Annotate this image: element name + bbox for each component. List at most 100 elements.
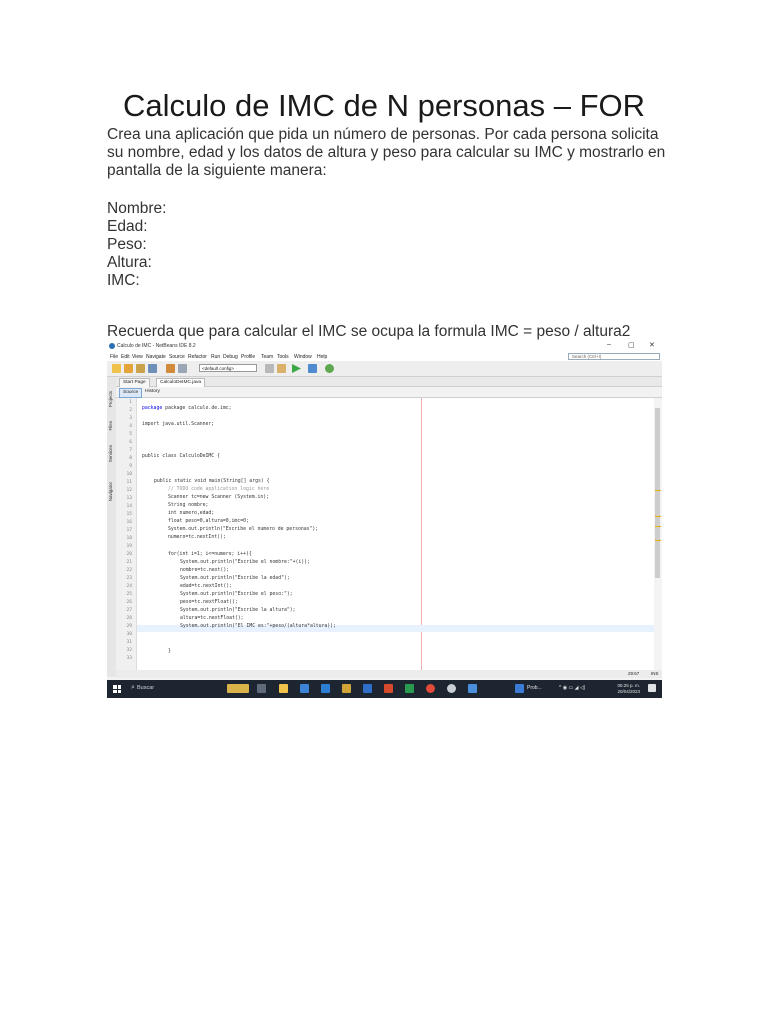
menu-refactor[interactable]: Refactor bbox=[188, 354, 207, 360]
new-file-icon[interactable] bbox=[112, 364, 121, 373]
task-view-icon[interactable] bbox=[257, 684, 266, 693]
tab-history[interactable]: History bbox=[142, 388, 163, 396]
notifications-icon[interactable] bbox=[648, 684, 656, 692]
redo-icon[interactable] bbox=[178, 364, 187, 373]
field-imc: IMC: bbox=[107, 272, 140, 289]
code-line: package package calculo.de.imc; bbox=[142, 406, 232, 411]
code-line: System.out.println("El IMC es:"+peso/(al… bbox=[180, 624, 336, 629]
code-text: public class CalculoDeIMC { bbox=[142, 454, 220, 459]
excel-icon[interactable] bbox=[405, 684, 414, 693]
code-text: System.out.println("Escribe la edad"); bbox=[180, 576, 290, 581]
menu-debug[interactable]: Debug bbox=[223, 354, 238, 360]
menu-navigate[interactable]: Navigate bbox=[146, 354, 166, 360]
code-text: String nombre; bbox=[168, 503, 209, 508]
code-line: for(int i=1; i<=numero; i++){ bbox=[168, 552, 252, 557]
side-tab-navigator[interactable]: Navigator bbox=[108, 482, 113, 501]
code-editor[interactable]: 1 2 3 4 5 6 7 8 9 10 11 12 13 14 15 16 17 18 19 20 21 22 23 24 2… bbox=[116, 398, 654, 670]
minimize-button[interactable]: – bbox=[607, 341, 611, 348]
calendar-icon[interactable] bbox=[300, 684, 309, 693]
code-line: numero=tc.nextInt(); bbox=[168, 535, 226, 540]
code-line: altura=tc.nextFloat(); bbox=[180, 616, 244, 621]
menu-profile[interactable]: Profile bbox=[241, 354, 255, 360]
output-fields: Nombre: Edad: Peso: Altura: IMC: bbox=[107, 200, 166, 290]
run-icon[interactable] bbox=[292, 364, 301, 373]
taskbar-search[interactable]: Buscar bbox=[137, 685, 154, 691]
code-line: System.out.println("Escribe el nombre:"+… bbox=[180, 560, 310, 565]
ide-screenshot: Calculo de IMC - NetBeans IDE 8.2 – ▢ ✕ … bbox=[107, 340, 662, 698]
error-stripe-marker[interactable] bbox=[655, 540, 661, 541]
code-text: peso=tc.nextFloat(); bbox=[180, 600, 238, 605]
line-number: 14 bbox=[126, 504, 132, 509]
save-all-icon[interactable] bbox=[148, 364, 157, 373]
menu-run[interactable]: Run bbox=[211, 354, 220, 360]
field-peso: Peso: bbox=[107, 236, 147, 253]
side-tab-files[interactable]: Files bbox=[108, 421, 113, 431]
profile-icon[interactable] bbox=[325, 364, 334, 373]
chrome-icon[interactable] bbox=[426, 684, 435, 693]
tab-start-page[interactable]: Start Page bbox=[119, 378, 150, 387]
line-number: 9 bbox=[129, 464, 132, 469]
line-number: 21 bbox=[126, 560, 132, 565]
line-number: 4 bbox=[129, 424, 132, 429]
file-explorer-icon[interactable] bbox=[279, 684, 288, 693]
search-input[interactable]: Search (Ctrl+I) bbox=[568, 353, 660, 360]
code-text: nombre=tc.next(); bbox=[180, 568, 230, 573]
app-icon[interactable] bbox=[342, 684, 351, 693]
side-tab-services[interactable]: Services bbox=[108, 445, 113, 462]
error-stripe-marker[interactable] bbox=[655, 526, 661, 527]
config-select[interactable]: <default config> bbox=[199, 364, 257, 372]
taskbar-app-label[interactable]: Prob... bbox=[527, 685, 542, 691]
search-icon[interactable]: ⌕ bbox=[131, 684, 135, 692]
line-number: 19 bbox=[126, 544, 132, 549]
menu-tools[interactable]: Tools bbox=[277, 354, 289, 360]
settings-icon[interactable] bbox=[447, 684, 456, 693]
line-number: 27 bbox=[126, 608, 132, 613]
formula-note: Recuerda que para calcular el IMC se ocu… bbox=[107, 323, 631, 340]
menu-source[interactable]: Source bbox=[169, 354, 185, 360]
netbeans-taskbar-icon[interactable] bbox=[468, 684, 477, 693]
mail-icon[interactable] bbox=[321, 684, 330, 693]
tab-calculodeimc[interactable]: CalculoDeIMC.java bbox=[156, 378, 206, 387]
word-icon[interactable] bbox=[363, 684, 372, 693]
menu-view[interactable]: View bbox=[132, 354, 143, 360]
code-line: public class CalculoDeIMC { bbox=[142, 454, 220, 459]
new-project-icon[interactable] bbox=[124, 364, 133, 373]
taskbar-clock[interactable]: 05:25 p. m. 20/04/2023 bbox=[617, 683, 640, 695]
error-stripe-marker[interactable] bbox=[655, 490, 661, 491]
weather-widget-icon[interactable] bbox=[227, 684, 249, 693]
menu-help[interactable]: Help bbox=[317, 354, 327, 360]
editor-scrollbar[interactable] bbox=[654, 398, 662, 670]
build-icon[interactable] bbox=[265, 364, 274, 373]
menu-file[interactable]: File bbox=[110, 354, 118, 360]
menu-team[interactable]: Team bbox=[261, 354, 273, 360]
line-number: 18 bbox=[126, 536, 132, 541]
clean-build-icon[interactable] bbox=[277, 364, 286, 373]
scrollbar-thumb[interactable] bbox=[655, 408, 660, 578]
undo-icon[interactable] bbox=[166, 364, 175, 373]
line-number: 25 bbox=[126, 592, 132, 597]
maximize-button[interactable]: ▢ bbox=[628, 341, 635, 349]
line-number: 12 bbox=[126, 488, 132, 493]
windows-start-icon[interactable] bbox=[113, 685, 121, 693]
tray-icons[interactable]: ^ ◉ ▭ ◢ ◁) bbox=[559, 685, 585, 691]
menu-window[interactable]: Window bbox=[294, 354, 312, 360]
source-history-bar: Source History bbox=[116, 387, 662, 398]
open-project-icon[interactable] bbox=[136, 364, 145, 373]
close-button[interactable]: ✕ bbox=[649, 341, 655, 349]
document-app-icon[interactable] bbox=[515, 684, 524, 693]
line-number: 29 bbox=[126, 624, 132, 629]
menu-edit[interactable]: Edit bbox=[121, 354, 130, 360]
powerpoint-icon[interactable] bbox=[384, 684, 393, 693]
insert-mode: INS bbox=[651, 671, 659, 676]
line-number: 23 bbox=[126, 576, 132, 581]
toolbar: <default config> bbox=[107, 361, 662, 377]
debug-icon[interactable] bbox=[308, 364, 317, 373]
ide-title-bar: Calculo de IMC - NetBeans IDE 8.2 – ▢ ✕ bbox=[107, 340, 662, 352]
ide-window-title: Calculo de IMC - NetBeans IDE 8.2 bbox=[117, 343, 196, 349]
error-stripe-marker[interactable] bbox=[655, 516, 661, 517]
tab-source[interactable]: Source bbox=[119, 388, 143, 398]
side-tab-projects[interactable]: Projects bbox=[108, 391, 113, 407]
line-number: 8 bbox=[129, 456, 132, 461]
menu-bar: File Edit View Navigate Source Refactor … bbox=[107, 352, 662, 361]
line-number: 17 bbox=[126, 528, 132, 533]
